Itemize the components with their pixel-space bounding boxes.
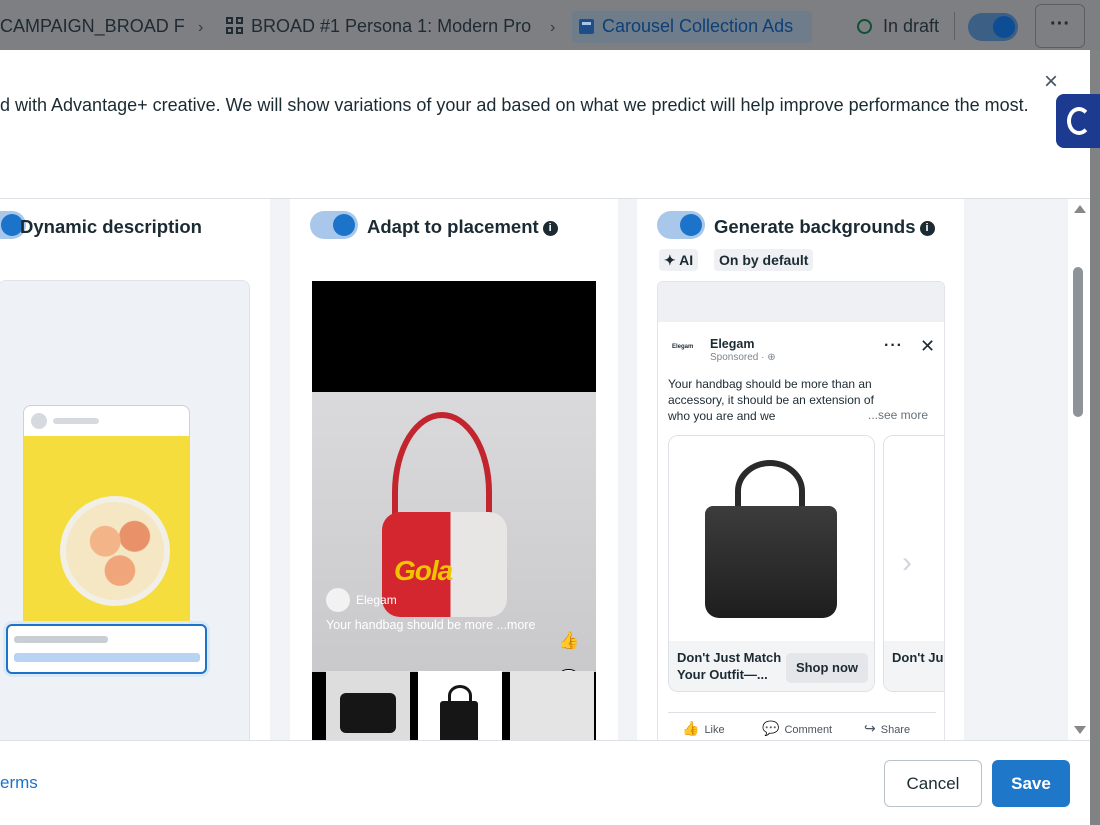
adapt-placement-preview: Gola Elegam Your handbag should be more … [312, 281, 596, 740]
breadcrumb-ad-set[interactable]: BROAD #1 Persona 1: Modern Pro [251, 16, 538, 37]
avatar [31, 413, 47, 429]
option-card-generate-backgrounds: Generate backgrounds i ✦ AI On by default… [637, 199, 964, 740]
ad-body-text: Your handbag should be more than an acce… [668, 377, 874, 423]
adapt-to-placement-toggle[interactable] [310, 211, 358, 239]
status-text: In draft [883, 16, 940, 36]
divider [954, 12, 955, 40]
chevron-right-icon: › [550, 19, 556, 36]
brand-name: Elegam [356, 593, 397, 607]
brand-logo: Elegam [672, 344, 694, 350]
ad-set-grid-icon [226, 17, 244, 35]
top-bar: CAMPAIGN_BROAD F › BROAD #1 Persona 1: M… [0, 0, 1100, 50]
share-action: ↪ Share [864, 720, 911, 736]
option-title: Generate backgrounds i [714, 216, 935, 238]
ad-icon [579, 19, 594, 34]
generate-backgrounds-toggle[interactable] [657, 211, 705, 239]
ad-caption: Your handbag should be more ...more [326, 618, 536, 632]
chevron-right-icon: › [902, 546, 912, 579]
save-button[interactable]: Save [992, 760, 1070, 807]
brand-name: Elegam [710, 337, 755, 351]
ai-badge: ✦ AI [659, 249, 699, 271]
see-more-link: ...see more [868, 408, 929, 422]
card-headline: Don't Just Match Your Outfit—... [677, 650, 782, 682]
comment-action: 💬 Comment [762, 720, 833, 736]
terms-link[interactable]: erms [0, 773, 38, 793]
sponsored-label: Sponsored · ⊕ [710, 352, 776, 363]
chevron-right-icon: › [198, 19, 204, 36]
vertical-scrollbar[interactable] [1068, 199, 1090, 740]
close-icon: ✕ [920, 336, 936, 356]
options-scroll-area: Dynamic description Adapt to placementi [0, 199, 1068, 740]
draft-status-icon [857, 19, 872, 34]
product-thumbnail [510, 671, 594, 740]
phone-mockup [23, 405, 190, 627]
scrollbar-thumb[interactable] [1073, 267, 1083, 417]
breadcrumb-campaign[interactable]: CAMPAIGN_BROAD F [0, 16, 188, 37]
generate-backgrounds-preview: Elegam Elegam Sponsored · ⊕ ··· ✕ Your h… [657, 281, 945, 740]
product-thumbnail [326, 671, 410, 740]
product-thumbnail [418, 671, 502, 740]
extension-icon[interactable] [1056, 94, 1100, 148]
card-headline: Don't Ju Your Ou [892, 650, 944, 665]
option-card-dynamic-description: Dynamic description [0, 199, 270, 740]
placeholder-line [53, 418, 99, 424]
dynamic-description-preview [0, 280, 250, 740]
like-icon: 👍 [682, 720, 700, 736]
on-by-default-badge: On by default [714, 249, 814, 271]
advantage-creative-modal: × d with Advantage+ creative. We will sh… [0, 50, 1090, 825]
scroll-down-icon[interactable] [1074, 726, 1086, 734]
backdrop [1090, 50, 1100, 825]
divider [0, 740, 1090, 741]
cancel-button[interactable]: Cancel [884, 760, 982, 807]
avatar [326, 588, 350, 612]
close-icon[interactable]: × [1044, 70, 1058, 94]
like-icon: 👍 [558, 631, 580, 650]
option-card-adapt-to-placement: Adapt to placement i Gola Elegam Your han… [290, 199, 618, 740]
option-title: Dynamic description [20, 216, 202, 237]
scroll-up-icon[interactable] [1074, 205, 1086, 213]
carousel-card: Don't Just Match Your Outfit—... Shop no… [668, 435, 875, 692]
info-icon[interactable]: i [919, 221, 935, 236]
like-action: 👍 Like [682, 720, 725, 736]
share-icon: ↪ [864, 720, 876, 736]
breadcrumb-ad-label: Carousel Collection Ads [602, 16, 794, 36]
modal-description: d with Advantage+ creative. We will show… [0, 95, 1029, 115]
option-title: Adapt to placement i [367, 216, 558, 238]
shop-now-button: Shop now [786, 653, 868, 683]
bag-logo: Gola [394, 555, 453, 586]
breadcrumb-ad[interactable]: Carousel Collection Ads [572, 11, 812, 43]
ad-on-off-toggle[interactable] [968, 13, 1018, 41]
carousel-card: › Don't Ju Your Ou [883, 435, 944, 692]
more-options-button[interactable]: ··· [1035, 4, 1085, 48]
produce-bag-image [24, 436, 189, 626]
more-icon: ··· [884, 337, 903, 354]
comment-icon: 💬 [762, 720, 780, 736]
handbag-image [669, 436, 874, 641]
highlighted-description-box [6, 624, 207, 674]
info-icon[interactable]: i [542, 221, 558, 236]
